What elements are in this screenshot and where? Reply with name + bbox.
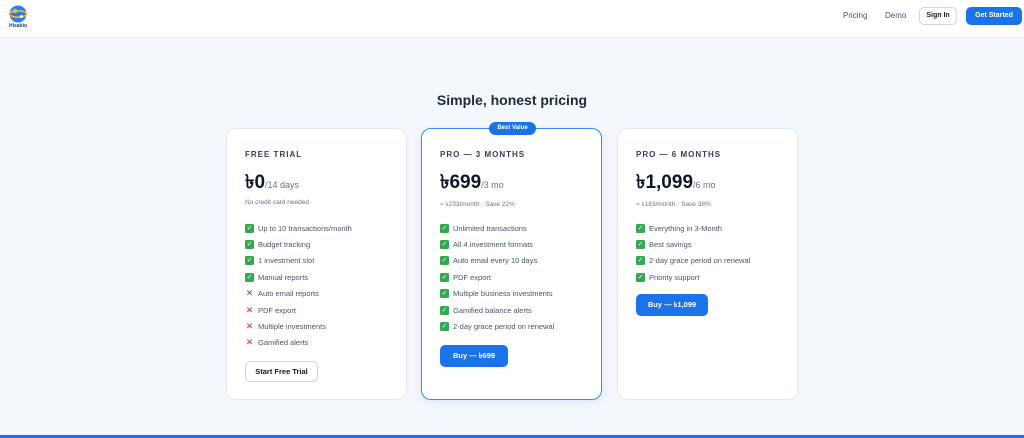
feature-label: Best savings [649,240,692,250]
buy-6-month-button[interactable]: Buy — ৳1,099 [636,294,708,316]
feature-label: Auto email reports [258,289,319,299]
feature-list: ✓ Unlimited transactions ✓ All 4 investmen… [440,220,554,335]
feature-label: 2-day grace period on renewal [453,322,555,332]
feature-label: All 4 investment formats [453,240,534,250]
feature-label: Multiple business investments [453,289,553,299]
page-title: Simple, honest pricing [436,92,588,108]
feature-label: PDF export [258,305,296,315]
feature-label: Everything in 3-Month [649,223,722,233]
plan-name: FREE TRIAL [245,150,303,159]
logo-text: Hisabio [8,23,28,29]
feature-label: 1 investment slot [258,256,315,266]
check-icon: ✓ [636,223,645,233]
cross-icon: ✕ [245,304,254,315]
feature-item: ✓ Best savings [636,236,750,252]
feature-item: ✕ Gamified alerts [245,335,352,351]
check-icon: ✓ [636,272,645,282]
feature-label: Up to 10 transactions/month [258,223,352,233]
plan-subtext: No credit card needed [245,199,309,206]
feature-list: ✓ Everything in 3-Month ✓ Best savings ✓ 2-… [636,220,750,286]
feature-label: Manual reports [258,272,309,282]
check-icon: ✓ [245,223,254,233]
feature-item: ✓ 2-day grace period on renewal [636,253,750,269]
plan-price: ৳699 [440,172,482,193]
plan-name: PRO — 6 MONTHS [636,150,722,159]
plan-price: ৳0 [245,172,266,193]
check-icon: ✓ [245,272,254,282]
cross-icon: ✕ [245,337,254,348]
feature-item: ✓ 2-day grace period on renewal [440,318,554,334]
check-icon: ✓ [440,305,449,315]
plan-card-free-trial: FREE TRIAL ৳0/14 days No credit card nee… [226,128,407,400]
check-icon: ✓ [440,322,449,332]
buy-3-month-button[interactable]: Buy — ৳699 [440,345,508,367]
cross-icon: ✕ [245,321,254,332]
price-row: ৳0/14 days [245,168,299,200]
best-value-badge: Best Value [489,122,536,135]
feature-item: ✕ PDF export [245,302,352,318]
plan-card-pro-6-months: PRO — 6 MONTHS ৳1,099/6 mo ≈ ৳183/month … [617,128,798,400]
plan-period: /6 mo [693,180,716,190]
plan-price: ৳1,099 [636,172,694,193]
cross-icon: ✕ [245,288,254,299]
plan-card-pro-3-months: Best Value PRO — 3 MONTHS ৳699/3 mo ≈ ৳2… [421,122,602,400]
feature-item: ✓ Everything in 3-Month [636,220,750,236]
feature-item: ✓ Unlimited transactions [440,220,554,236]
feature-item: ✓ 1 investment slot [245,253,352,269]
check-icon: ✓ [245,240,254,250]
feature-label: Auto email every 10 days [453,256,538,266]
feature-item: ✓ Gamified balance alerts [440,302,554,318]
plan-subtext: ≈ ৳233/month · Save 22% [440,201,515,208]
feature-label: Multiple investments [258,322,326,332]
feature-label: Priority support [649,272,700,282]
feature-item: ✕ Multiple investments [245,318,352,334]
feature-item: ✓ PDF export [440,269,554,285]
check-icon: ✓ [245,256,254,266]
price-row: ৳1,099/6 mo [636,168,716,200]
check-icon: ✓ [440,256,449,266]
sign-in-button[interactable]: Sign In [919,7,957,25]
plan-period: /14 days [265,180,300,190]
feature-item: ✓ All 4 investment formats [440,236,554,252]
feature-item: ✕ Auto email reports [245,286,352,302]
feature-item: ✓ Auto email every 10 days [440,253,554,269]
start-free-trial-button[interactable]: Start Free Trial [245,361,318,382]
plan-period: /3 mo [481,180,504,190]
feature-label: PDF export [453,272,491,282]
feature-item: ✓ Manual reports [245,269,352,285]
top-navbar: Hisabio Pricing Demo Sign In Get Started [0,0,1024,38]
feature-list: ✓ Up to 10 transactions/month ✓ Budget tra… [245,220,352,351]
plan-name: PRO — 3 MONTHS [440,150,526,159]
check-icon: ✓ [440,223,449,233]
check-icon: ✓ [440,272,449,282]
nav-pricing-link[interactable]: Pricing [843,11,867,20]
feature-item: ✓ Budget tracking [245,236,352,252]
feature-label: 2-day grace period on renewal [649,256,751,266]
check-icon: ✓ [440,240,449,250]
feature-label: Budget tracking [258,240,311,250]
check-icon: ✓ [440,289,449,299]
feature-item: ✓ Priority support [636,269,750,285]
feature-label: Gamified alerts [258,338,309,348]
feature-item: ✓ Multiple business investments [440,286,554,302]
feature-label: Unlimited transactions [453,223,527,233]
feature-item: ✓ Up to 10 transactions/month [245,220,352,236]
feature-label: Gamified balance alerts [453,305,532,315]
get-started-button[interactable]: Get Started [966,7,1022,25]
nav-demo-link[interactable]: Demo [885,11,906,20]
plan-subtext: ≈ ৳183/month · Save 38% [636,201,711,208]
check-icon: ✓ [636,240,645,250]
price-row: ৳699/3 mo [440,168,504,200]
check-icon: ✓ [636,256,645,266]
